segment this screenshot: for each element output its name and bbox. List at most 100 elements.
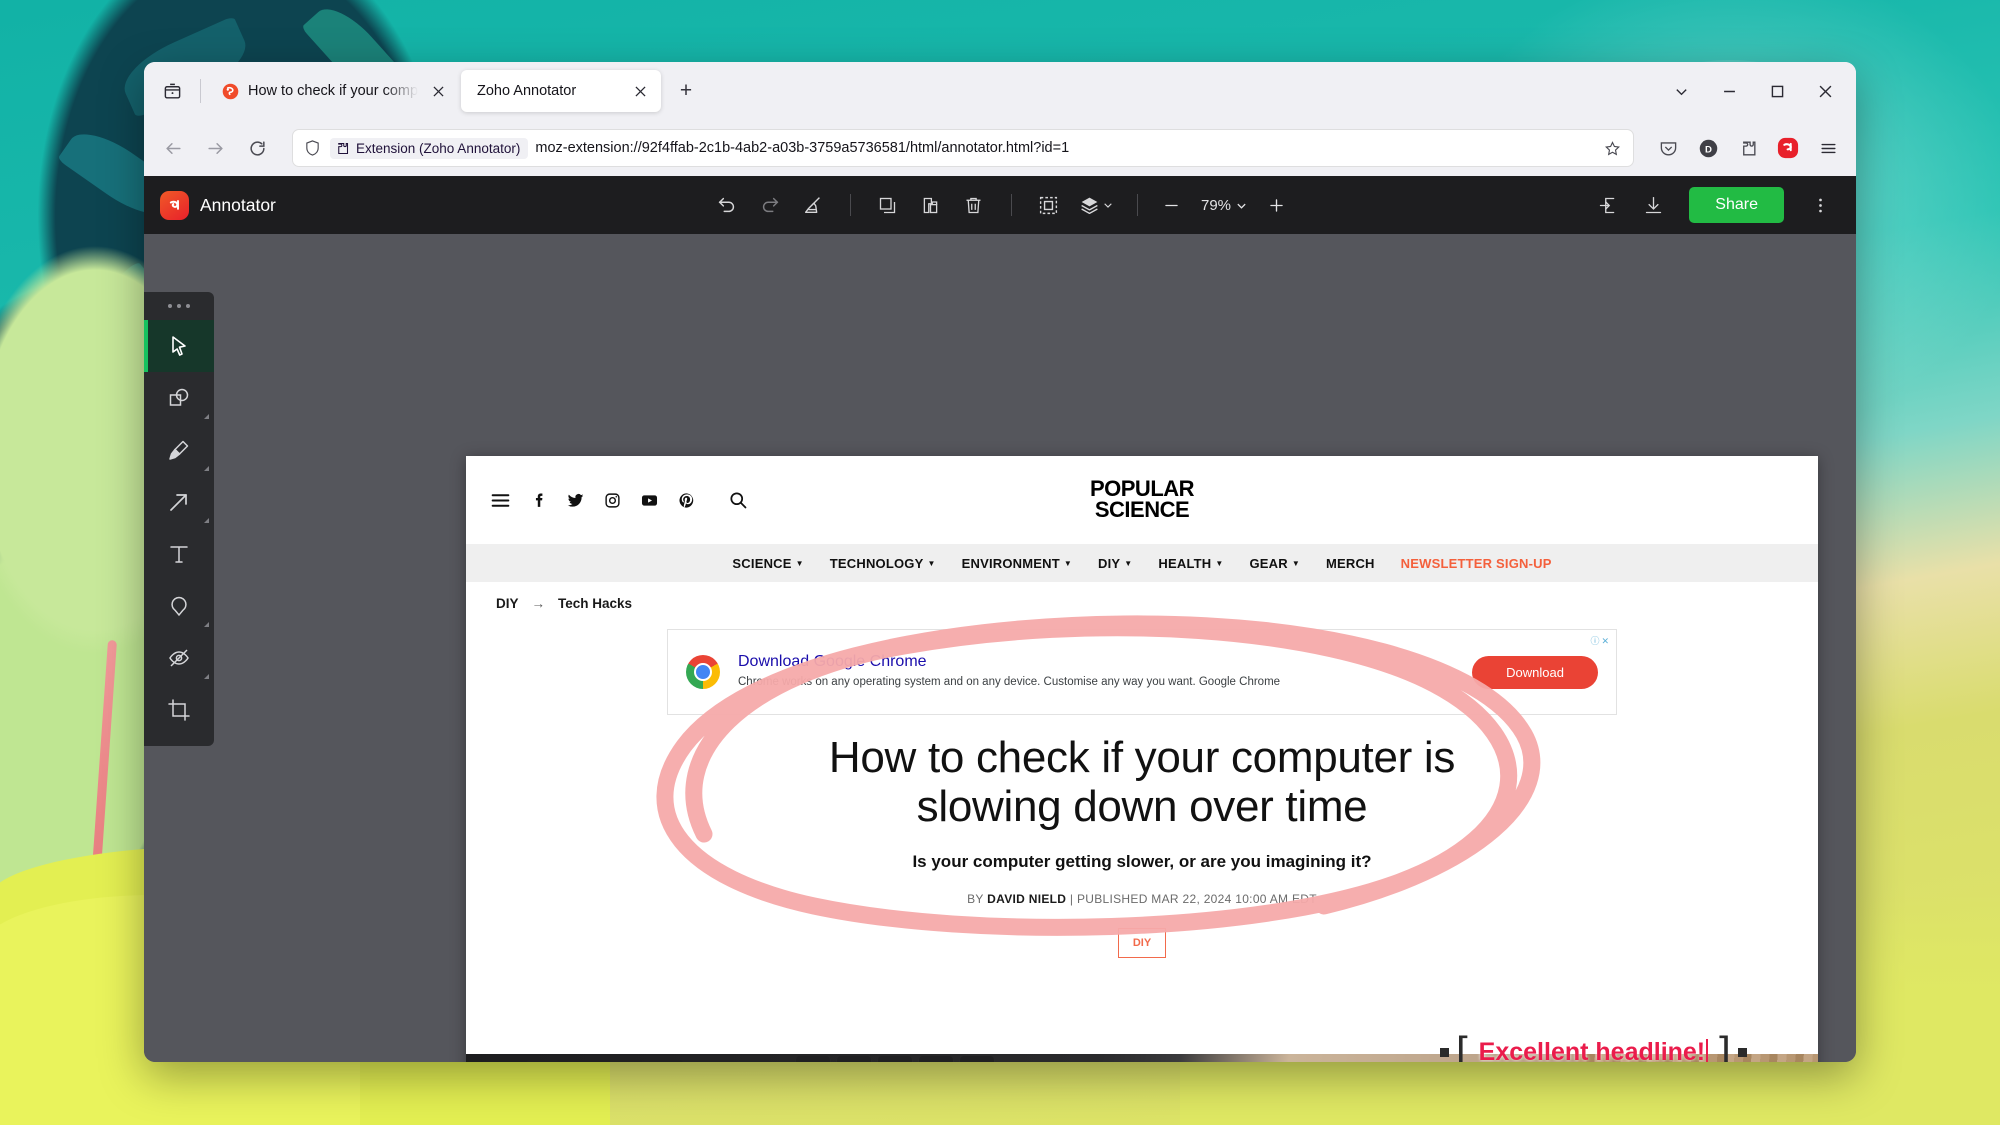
tool-callout[interactable] — [144, 580, 214, 632]
byline-author[interactable]: DAVID NIELD — [987, 892, 1066, 906]
dashlane-icon[interactable]: D — [1690, 130, 1726, 166]
star-icon[interactable] — [1599, 135, 1625, 161]
breadcrumb-parent[interactable]: DIY — [496, 596, 519, 611]
breadcrumb-current[interactable]: Tech Hacks — [558, 596, 632, 611]
undo-icon[interactable] — [707, 186, 747, 224]
puzzle-icon[interactable] — [1730, 130, 1766, 166]
tab-popular-science[interactable]: How to check if your computer — [209, 70, 459, 112]
maximize-icon[interactable] — [1754, 71, 1800, 111]
annotator-app: Annotator 79% Share POPULAR SCIENCE SCIE… — [144, 176, 1856, 1062]
instagram-icon[interactable] — [604, 492, 621, 509]
tab-zoho-annotator[interactable]: Zoho Annotator — [461, 70, 661, 112]
keyboard-key: , — [608, 1060, 642, 1062]
top-ad-banner[interactable]: Download Google Chrome Chrome works on a… — [667, 629, 1617, 715]
nav-label: GEAR — [1249, 555, 1288, 571]
close-icon[interactable] — [1802, 71, 1848, 111]
article-byline: BY DAVID NIELD | PUBLISHED MAR 22, 2024 … — [967, 891, 1317, 906]
tool-select[interactable] — [144, 320, 214, 372]
save-export-icon[interactable] — [1587, 186, 1627, 224]
annotator-toolbar-right: Share — [1540, 186, 1840, 224]
navigation-toolbar: Extension (Zoho Annotator) moz-extension… — [144, 120, 1856, 176]
zoho-annotator-logo-icon — [160, 190, 189, 220]
back-arrow-icon[interactable] — [154, 129, 192, 167]
marker-pen-icon — [169, 440, 189, 460]
nav-item-science[interactable]: SCIENCE ▼ — [732, 556, 803, 571]
tool-arrow[interactable] — [144, 476, 214, 528]
tool-expand-corner[interactable] — [204, 466, 209, 471]
zoom-out-button[interactable] — [1155, 188, 1189, 222]
download-icon[interactable] — [1633, 186, 1673, 224]
tool-crop[interactable] — [144, 684, 214, 736]
url-text[interactable]: moz-extension://92f4ffab-2c1b-4ab2-a03b-… — [535, 140, 1592, 156]
toolbar-separator — [1136, 194, 1138, 216]
search-icon[interactable] — [728, 490, 748, 510]
extension-chip[interactable]: Extension (Zoho Annotator) — [330, 137, 529, 159]
facebook-icon[interactable] — [530, 492, 547, 509]
broom-icon[interactable] — [793, 186, 833, 224]
caret-down-icon: ▼ — [1291, 558, 1300, 568]
annotation-bracket-left: [ — [1456, 1028, 1468, 1063]
tool-text[interactable] — [144, 528, 214, 580]
ad-title[interactable]: Download Google Chrome — [738, 653, 1456, 671]
shield-icon — [301, 137, 323, 159]
youtube-icon[interactable] — [640, 491, 659, 510]
nav-item-merch[interactable]: MERCH — [1326, 556, 1375, 571]
keyboard-key: N — [526, 1060, 560, 1062]
annotation-text[interactable]: Excellent headline! — [1475, 1036, 1712, 1062]
address-bar[interactable]: Extension (Zoho Annotator) moz-extension… — [292, 129, 1634, 167]
tool-shape[interactable] — [144, 372, 214, 424]
select-all-icon[interactable] — [1029, 186, 1069, 224]
annotator-toolbar-actions: 79% — [460, 186, 1540, 224]
close-icon[interactable] — [427, 80, 449, 102]
close-icon[interactable] — [629, 80, 651, 102]
minimize-icon[interactable] — [1706, 71, 1752, 111]
nav-item-newsletter-signup[interactable]: NEWSLETTER SIGN-UP — [1401, 556, 1552, 571]
tool-expand-corner[interactable] — [204, 518, 209, 523]
tool-expand-corner[interactable] — [204, 622, 209, 627]
new-tab-button[interactable]: + — [669, 74, 703, 108]
menu-icon[interactable] — [490, 490, 511, 511]
trash-icon[interactable] — [954, 186, 994, 224]
caret-down-icon: ▼ — [795, 558, 804, 568]
zoom-level-dropdown[interactable]: 79% — [1201, 197, 1247, 214]
tool-highlighter[interactable] — [144, 424, 214, 476]
text-annotation-box[interactable]: [ Excellent headline! ] — [1440, 1031, 1747, 1062]
ad-close-icon[interactable]: ⓘ✕ — [1590, 634, 1611, 647]
tool-blur[interactable] — [144, 632, 214, 684]
kebab-menu-icon[interactable] — [1800, 186, 1840, 224]
list-all-tabs-button[interactable] — [152, 73, 192, 109]
redo-icon[interactable] — [750, 186, 790, 224]
resize-handle-left[interactable] — [1440, 1047, 1449, 1057]
hamburger-icon[interactable] — [1810, 130, 1846, 166]
zoho-annotator-icon[interactable] — [1770, 130, 1806, 166]
annotated-page-screenshot[interactable]: POPULAR SCIENCE SCIENCE ▼ TECHNOLOGY ▼ ENV… — [466, 456, 1818, 1062]
ad-copy: Download Google Chrome Chrome works on a… — [738, 653, 1456, 691]
article-header: How to check if your computer is slowing… — [466, 715, 1818, 958]
tool-rail-drag-handle[interactable] — [144, 292, 214, 320]
chevron-down-icon[interactable] — [1658, 71, 1704, 111]
copy-icon[interactable] — [868, 186, 908, 224]
shapes-icon — [169, 388, 189, 406]
article-tag-diy[interactable]: DIY — [1117, 927, 1167, 958]
paste-icon[interactable] — [911, 186, 951, 224]
nav-item-diy[interactable]: DIY ▼ — [1098, 556, 1132, 571]
forward-arrow-icon[interactable] — [196, 129, 234, 167]
resize-handle-right[interactable] — [1737, 1047, 1747, 1057]
pocket-icon[interactable] — [1650, 130, 1686, 166]
twitter-icon[interactable] — [566, 491, 585, 510]
nav-item-technology[interactable]: TECHNOLOGY ▼ — [830, 556, 936, 571]
nav-item-environment[interactable]: ENVIRONMENT ▼ — [962, 556, 1072, 571]
tool-expand-corner[interactable] — [204, 414, 209, 419]
nav-item-health[interactable]: HEALTH ▼ — [1158, 556, 1223, 571]
nav-item-gear[interactable]: GEAR ▼ — [1249, 556, 1299, 571]
annotation-canvas[interactable]: POPULAR SCIENCE SCIENCE ▼ TECHNOLOGY ▼ ENV… — [144, 234, 1856, 1062]
layers-icon[interactable] — [1072, 190, 1120, 221]
annotator-toolbar: Annotator 79% Share — [144, 176, 1856, 234]
share-button[interactable]: Share — [1689, 187, 1784, 223]
tool-expand-corner[interactable] — [204, 674, 209, 679]
callout-balloon-icon — [171, 596, 187, 617]
pinterest-icon[interactable] — [678, 492, 695, 509]
ad-download-button[interactable]: Download — [1472, 655, 1598, 689]
zoom-in-button[interactable] — [1259, 188, 1293, 222]
reload-icon[interactable] — [238, 129, 276, 167]
